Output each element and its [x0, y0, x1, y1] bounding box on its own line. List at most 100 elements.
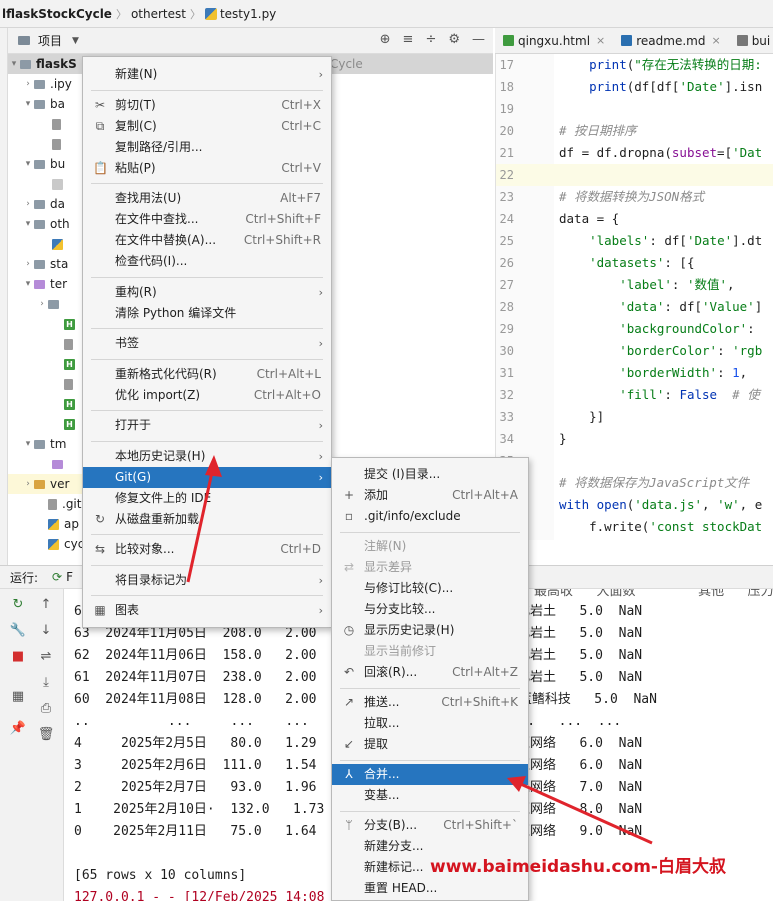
context-menu-item[interactable]: 检查代码(I)... [83, 251, 331, 272]
code-editor[interactable]: 17 print("存在无法转换的日期: 18 print(df[df['Date… [495, 54, 773, 540]
close-icon[interactable]: × [596, 34, 605, 47]
git-menu-item[interactable]: 拉取... [332, 713, 528, 734]
git-menu-item[interactable]: 显示当前修订 [332, 641, 528, 662]
code-line[interactable]: 35 [496, 450, 773, 472]
chevron-down-icon[interactable]: ▾ [22, 159, 34, 169]
context-menu-item[interactable]: 修复文件上的 IDE [83, 488, 331, 509]
wrench-icon[interactable]: 🔧 [8, 621, 28, 641]
code-line[interactable]: 28 'data': df['Value'] [496, 296, 773, 318]
code-line[interactable]: 29 'backgroundColor': [496, 318, 773, 340]
minimize-icon[interactable]: — [472, 32, 485, 47]
code-line[interactable]: 33 }] [496, 406, 773, 428]
locate-icon[interactable]: ⊕ [380, 32, 391, 47]
git-menu-item[interactable]: 与分支比较... [332, 599, 528, 620]
context-menu-item[interactable]: 重新格式化代码(R) Ctrl+Alt+L [83, 364, 331, 385]
git-menu-item[interactable]: ᛘ 分支(B)... Ctrl+Shift+` [332, 815, 528, 836]
soft-wrap-icon[interactable]: ⇌ [36, 647, 56, 667]
code-line[interactable]: 31 'borderWidth': 1, [496, 362, 773, 384]
context-menu-item[interactable]: 📋 粘贴(P) Ctrl+V [83, 158, 331, 179]
code-line[interactable]: 37with open('data.js', 'w', e [496, 494, 773, 516]
code-line[interactable]: 17 print("存在无法转换的日期: [496, 54, 773, 76]
code-line[interactable]: 18 print(df[df['Date'].isn [496, 76, 773, 98]
context-menu-item[interactable]: Git(G) › [83, 466, 331, 488]
chevron-down-icon[interactable]: ▾ [22, 219, 34, 229]
arrow-up-icon[interactable]: ↑ [36, 595, 56, 615]
pin-icon[interactable]: 📌 [8, 719, 28, 739]
layout-icon[interactable]: ▦ [8, 687, 28, 707]
context-menu-item[interactable]: 打开于 › [83, 415, 331, 436]
arrow-down-icon[interactable]: ↓ [36, 621, 56, 641]
code-line[interactable]: 22 [496, 164, 773, 186]
rerun-icon[interactable]: ↻ [8, 595, 28, 615]
git-menu-item[interactable]: ↶ 回滚(R)... Ctrl+Alt+Z [332, 662, 528, 683]
code-line[interactable]: 30 'borderColor': 'rgb [496, 340, 773, 362]
git-menu-item[interactable]: ⇄ 显示差异 [332, 557, 528, 578]
tab-qingxu-html[interactable]: qingxu.html × [495, 28, 613, 53]
git-menu-item[interactable]: ↗ 推送... Ctrl+Shift+K [332, 692, 528, 713]
git-menu-item[interactable]: ▫ .git/info/exclude [332, 506, 528, 527]
git-menu-item[interactable]: ⅄ 合并... [332, 764, 528, 785]
git-menu-item[interactable]: 提交 (I)目录... [332, 464, 528, 485]
git-menu-item[interactable]: ↙ 提取 [332, 734, 528, 755]
scroll-to-end-icon[interactable]: ⤓ [36, 673, 56, 693]
chevron-right-icon[interactable]: › [22, 259, 34, 269]
chevron-right-icon[interactable]: › [36, 299, 48, 309]
context-menu-item[interactable]: 在文件中替换(A)... Ctrl+Shift+R [83, 230, 331, 251]
code-line[interactable]: 23 # 将数据转换为JSON格式 [496, 186, 773, 208]
context-menu-item[interactable]: ✂ 剪切(T) Ctrl+X [83, 95, 331, 116]
chevron-down-icon[interactable]: ▾ [22, 439, 34, 449]
run-tab[interactable]: F [66, 570, 73, 584]
context-menu-item[interactable]: ▦ 图表 › [83, 600, 331, 621]
code-line[interactable]: 38 f.write('const stockDat [496, 516, 773, 538]
code-line[interactable]: 34} [496, 428, 773, 450]
print-icon[interactable]: ⎙ [36, 699, 56, 719]
context-menu-item[interactable]: 重构(R) › [83, 282, 331, 303]
context-menu-item[interactable]: 优化 import(Z) Ctrl+Alt+O [83, 385, 331, 406]
context-menu-item[interactable]: 复制路径/引用... [83, 137, 331, 158]
context-menu-item[interactable]: ⇆ 比较对象... Ctrl+D [83, 539, 331, 560]
breadcrumb-project[interactable]: lflaskStockCycle [2, 7, 112, 21]
code-line[interactable]: 32 'fill': False # 使 [496, 384, 773, 406]
gear-icon[interactable]: ⚙ [448, 32, 460, 47]
chevron-right-icon[interactable]: › [22, 199, 34, 209]
chevron-down-icon[interactable]: ▾ [8, 59, 20, 69]
context-menu-item[interactable]: 本地历史记录(H) › [83, 446, 331, 467]
breadcrumb-folder[interactable]: othertest [131, 7, 186, 21]
tab-readme-md[interactable]: readme.md × [613, 28, 728, 53]
context-menu-item[interactable]: ⧉ 复制(C) Ctrl+C [83, 116, 331, 137]
code-line[interactable]: 19 [496, 98, 773, 120]
expand-all-icon[interactable]: ≡ [403, 32, 414, 47]
context-menu-item[interactable]: 在文件中查找... Ctrl+Shift+F [83, 209, 331, 230]
close-icon[interactable]: × [711, 34, 720, 47]
context-menu-item[interactable]: 清除 Python 编译文件 [83, 303, 331, 324]
context-menu-item[interactable]: ↻ 从磁盘重新加载 [83, 509, 331, 530]
tab-build[interactable]: bui [729, 28, 773, 53]
code-line[interactable]: 25 'labels': df['Date'].dt [496, 230, 773, 252]
context-menu-item[interactable]: 书签 › [83, 333, 331, 354]
code-line[interactable]: 36# 将数据保存为JavaScript文件 [496, 472, 773, 494]
context-menu-item[interactable]: 新建(N) › [83, 64, 331, 85]
git-menu-item[interactable]: 注解(N) [332, 536, 528, 557]
code-line[interactable]: 27 'label': '数值', [496, 274, 773, 296]
code-line[interactable]: 20 # 按日期排序 [496, 120, 773, 142]
chevron-down-icon[interactable]: ▾ [22, 99, 34, 109]
trash-icon[interactable]: 🗑 [36, 725, 56, 745]
collapse-all-icon[interactable]: ÷ [425, 32, 436, 47]
git-menu-item[interactable]: 变基... [332, 785, 528, 806]
git-menu-item[interactable]: 重置 HEAD... [332, 878, 528, 899]
chevron-right-icon[interactable]: › [22, 79, 34, 89]
code-line[interactable]: 24 data = { [496, 208, 773, 230]
context-menu-item[interactable]: 将目录标记为 › [83, 570, 331, 591]
project-panel-title[interactable]: 项目 [38, 32, 62, 49]
chevron-down-icon[interactable]: ▾ [22, 279, 34, 289]
git-menu-item[interactable]: + 添加 Ctrl+Alt+A [332, 485, 528, 506]
code-line[interactable]: 21 df = df.dropna(subset=['Dat [496, 142, 773, 164]
git-menu-item[interactable]: ◷ 显示历史记录(H) [332, 620, 528, 641]
stop-icon[interactable]: ■ [8, 647, 28, 667]
code-line[interactable]: 26 'datasets': [{ [496, 252, 773, 274]
chevron-down-icon[interactable]: ▼ [72, 36, 79, 46]
breadcrumb-file[interactable]: testy1.py [220, 7, 276, 21]
chevron-right-icon[interactable]: › [22, 479, 34, 489]
git-menu-item[interactable]: 与修订比较(C)... [332, 578, 528, 599]
context-menu-item[interactable]: 查找用法(U) Alt+F7 [83, 188, 331, 209]
